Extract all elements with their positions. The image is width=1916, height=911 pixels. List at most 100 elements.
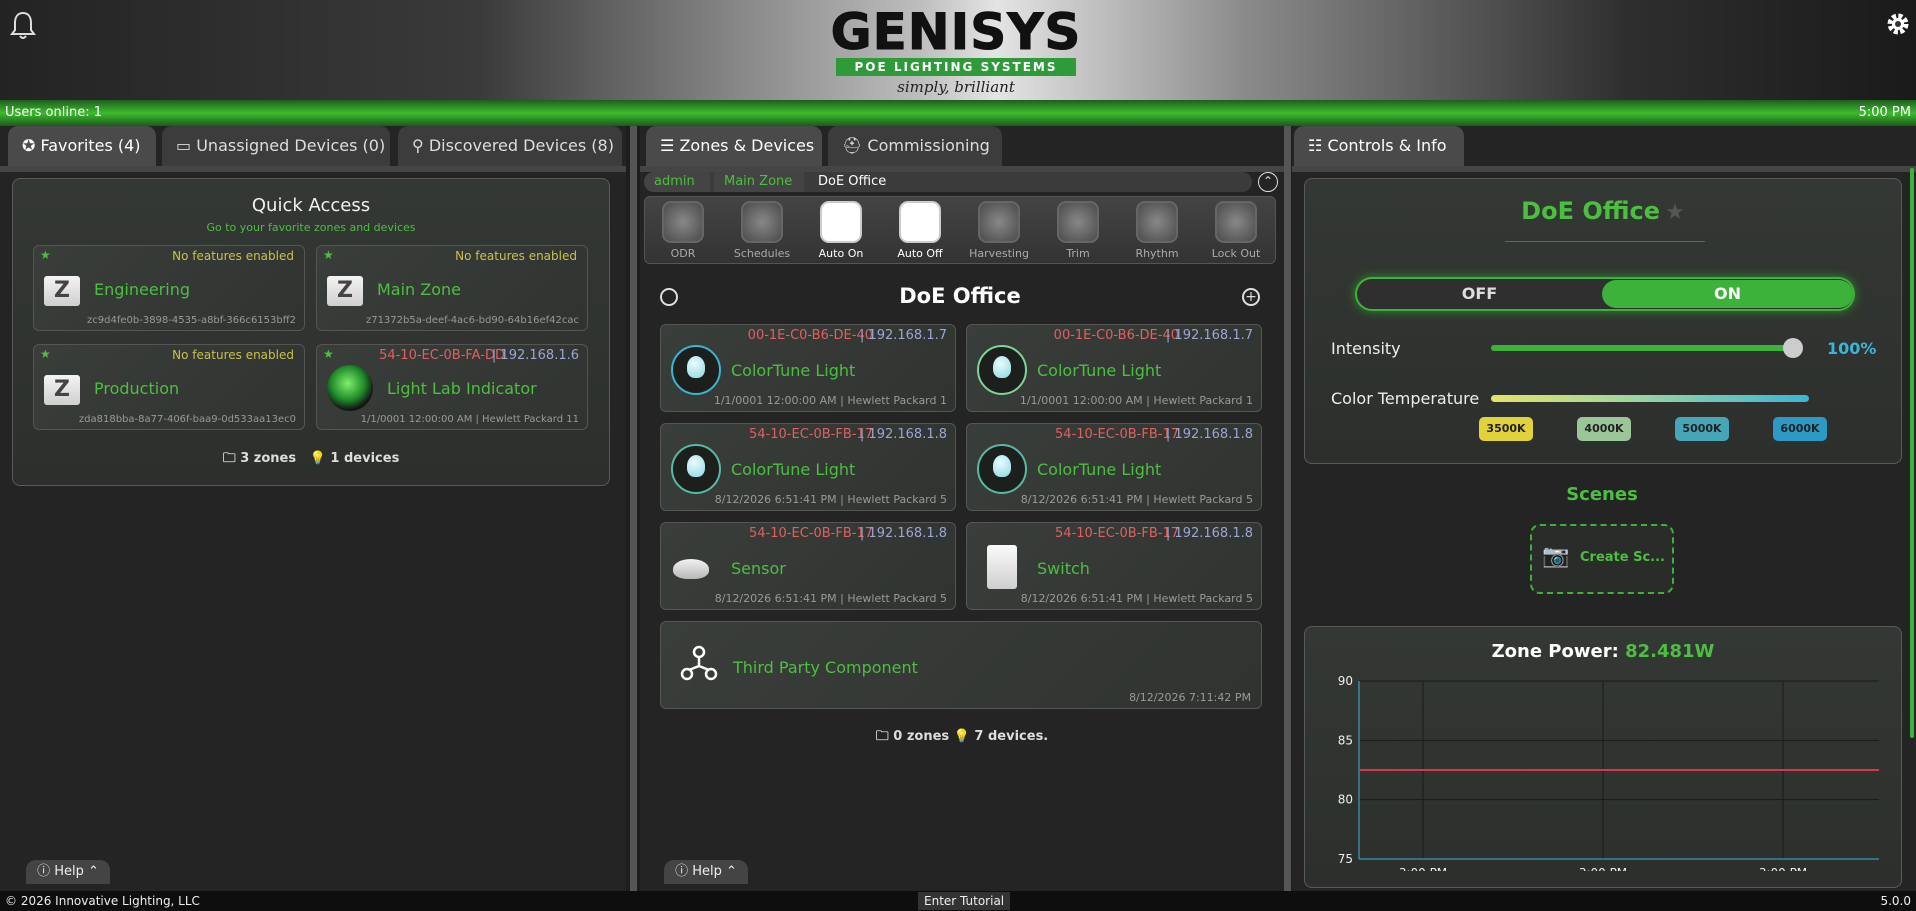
- device-card[interactable]: 54-10-EC-0B-FB-17 | 192.168.1.8 ColorTun…: [966, 423, 1262, 511]
- favorite-device-light-lab[interactable]: ★ 54-10-EC-0B-FA-DD | 192.168.1.6 Light …: [316, 344, 588, 430]
- middle-tabs: ☰ Zones & Devices ⛑ Commissioning: [640, 126, 1284, 166]
- toggle-off[interactable]: OFF: [1357, 279, 1602, 309]
- device-meta: 1/1/0001 12:00:00 AM | Hewlett Packard 1: [713, 394, 947, 407]
- tab-unassigned[interactable]: ▭ Unassigned Devices (0): [162, 126, 390, 166]
- device-count: 7 devices.: [974, 729, 1049, 744]
- gear-icon[interactable]: [1884, 10, 1912, 38]
- tab-discovered-label: Discovered Devices (8): [428, 136, 614, 155]
- temp-4000k-button[interactable]: 4000K: [1577, 417, 1631, 441]
- color-temp-slider[interactable]: [1491, 395, 1809, 402]
- power-toggle[interactable]: OFF ON: [1355, 277, 1855, 311]
- bell-icon[interactable]: [10, 10, 36, 40]
- title-divider: [1505, 241, 1705, 242]
- zone-folder-icon: Z: [327, 276, 363, 306]
- favorite-meta: 1/1/0001 12:00:00 AM | Hewlett Packard 1…: [360, 414, 579, 425]
- tab-underline: [0, 166, 626, 172]
- device-ip: | 192.168.1.8: [1165, 427, 1253, 442]
- device-meta: 1/1/0001 12:00:00 AM | Hewlett Packard 1: [1019, 394, 1253, 407]
- tab-zones-devices[interactable]: ☰ Zones & Devices: [646, 126, 822, 166]
- temp-5000k-button[interactable]: 5000K: [1675, 417, 1729, 441]
- y-tick-label: 80: [1338, 793, 1353, 807]
- create-scene-label: Create Sc...: [1580, 550, 1665, 565]
- tool-odr[interactable]: ODR: [653, 201, 713, 260]
- feature-status: No features enabled: [455, 249, 577, 263]
- star-icon[interactable]: ★: [40, 248, 51, 262]
- device-card[interactable]: 54-10-EC-0B-FB-17 | 192.168.1.8 Switch 8…: [966, 522, 1262, 610]
- star-icon[interactable]: ★: [40, 347, 51, 361]
- device-card[interactable]: 54-10-EC-0B-FB-17 | 192.168.1.8 Sensor 8…: [660, 522, 956, 610]
- folder-icon: 🗀: [875, 729, 889, 744]
- breadcrumb-main-zone[interactable]: Main Zone: [714, 172, 804, 192]
- lightbulb-icon: 💡: [953, 729, 970, 744]
- tool-label: Auto On: [818, 247, 864, 260]
- splitter-right[interactable]: [1284, 126, 1291, 891]
- star-icon[interactable]: ★: [1665, 200, 1685, 225]
- device-ip: | 192.168.1.7: [1165, 328, 1253, 343]
- help-button-middle[interactable]: ⓘ Help ⌃: [664, 860, 748, 884]
- right-tabs: ☷ Controls & Info: [1292, 126, 1916, 166]
- device-card[interactable]: 00-1E-C0-B6-DE-40 | 192.168.1.7 ColorTun…: [966, 324, 1262, 412]
- tab-controls-label: Controls & Info: [1327, 136, 1447, 155]
- star-icon[interactable]: ★: [323, 248, 334, 262]
- intensity-knob[interactable]: [1783, 338, 1803, 358]
- temp-3500k-button[interactable]: 3500K: [1479, 417, 1533, 441]
- tool-schedules[interactable]: Schedules: [732, 201, 792, 260]
- search-icon: ⚲: [412, 136, 424, 155]
- zone-folder-icon: Z: [44, 375, 80, 405]
- temp-6000k-button[interactable]: 6000K: [1773, 417, 1827, 441]
- device-card[interactable]: 00-1E-C0-B6-DE-40 | 192.168.1.7 ColorTun…: [660, 324, 956, 412]
- favorite-zone-main[interactable]: ★ No features enabled Z Main Zone z71372…: [316, 245, 588, 331]
- feature-toolbar: ODR Schedules Auto On Auto Off Harvestin…: [644, 196, 1276, 264]
- y-tick-label: 90: [1338, 674, 1353, 688]
- favorite-zone-engineering[interactable]: ★ No features enabled Z Engineering zc9d…: [33, 245, 305, 331]
- favorite-zone-production[interactable]: ★ No features enabled Z Production zda81…: [33, 344, 305, 430]
- quick-access-subtitle: Go to your favorite zones and devices: [206, 221, 416, 234]
- star-circle-icon: ✪: [22, 136, 36, 155]
- tab-favorites[interactable]: ✪ Favorites (4): [8, 126, 156, 166]
- feature-status: No features enabled: [172, 348, 294, 362]
- power-label: Zone Power:: [1491, 641, 1619, 662]
- archive-icon: ▭: [176, 136, 192, 155]
- create-scene-button[interactable]: 📷 Create Sc...: [1530, 524, 1674, 594]
- tool-rhythm[interactable]: Rhythm: [1127, 201, 1187, 260]
- intensity-slider[interactable]: [1491, 338, 1803, 358]
- tab-discovered[interactable]: ⚲ Discovered Devices (8): [398, 126, 622, 166]
- tool-auto-off[interactable]: Auto Off: [890, 201, 950, 260]
- third-party-card[interactable]: Third Party Component 8/12/2026 7:11:42 …: [660, 621, 1262, 709]
- favorite-name: Engineering: [94, 280, 190, 299]
- tab-commissioning[interactable]: ⛑ Commissioning: [828, 126, 1002, 166]
- device-card[interactable]: 54-10-EC-0B-FB-17 | 192.168.1.8 ColorTun…: [660, 423, 956, 511]
- tool-harvesting[interactable]: Harvesting: [969, 201, 1029, 260]
- toggle-on[interactable]: ON: [1602, 280, 1853, 308]
- splitter-left[interactable]: [630, 126, 637, 891]
- device-ip: | 192.168.1.8: [859, 526, 947, 541]
- device-mac: 54-10-EC-0B-FB-17: [1055, 427, 1179, 442]
- zone-folder-icon: Z: [44, 276, 80, 306]
- star-icon[interactable]: ★: [323, 347, 334, 361]
- device-ip: | 192.168.1.7: [859, 328, 947, 343]
- device-meta: 8/12/2026 6:51:41 PM | Hewlett Packard 5: [1020, 592, 1253, 605]
- device-count: 1 devices: [330, 451, 400, 466]
- chevron-up-circle-icon[interactable]: ⌃: [1258, 172, 1278, 192]
- device-mac: 54-10-EC-0B-FB-17: [749, 427, 873, 442]
- scrollbar[interactable]: [1910, 168, 1914, 738]
- help-button-left[interactable]: ⓘ Help ⌃: [26, 860, 110, 884]
- bulb-icon: [671, 345, 721, 395]
- breadcrumb-admin[interactable]: admin: [644, 172, 710, 192]
- tab-favorites-label: Favorites (4): [40, 136, 141, 155]
- hardhat-icon: ⛑: [842, 136, 863, 155]
- controls-zone-title: DoE Office ★: [1305, 197, 1901, 225]
- person-x-icon: [899, 201, 941, 243]
- tool-trim[interactable]: Trim: [1048, 201, 1108, 260]
- device-meta: 8/12/2026 6:51:41 PM | Hewlett Packard 5: [1020, 493, 1253, 506]
- device-mac: 54-10-EC-0B-FB-17: [749, 526, 873, 541]
- tool-lock-out[interactable]: Lock Out: [1206, 201, 1266, 260]
- bulb-icon: [977, 444, 1027, 494]
- tool-auto-on[interactable]: Auto On: [811, 201, 871, 260]
- tab-controls-info[interactable]: ☷ Controls & Info: [1294, 126, 1464, 166]
- person-check-icon: [820, 201, 862, 243]
- enter-tutorial-button[interactable]: Enter Tutorial: [918, 892, 1011, 910]
- add-circle-icon[interactable]: +: [1242, 288, 1260, 306]
- clock: 5:00 PM: [1858, 105, 1911, 120]
- zone-title: DoE Office: [899, 284, 1021, 308]
